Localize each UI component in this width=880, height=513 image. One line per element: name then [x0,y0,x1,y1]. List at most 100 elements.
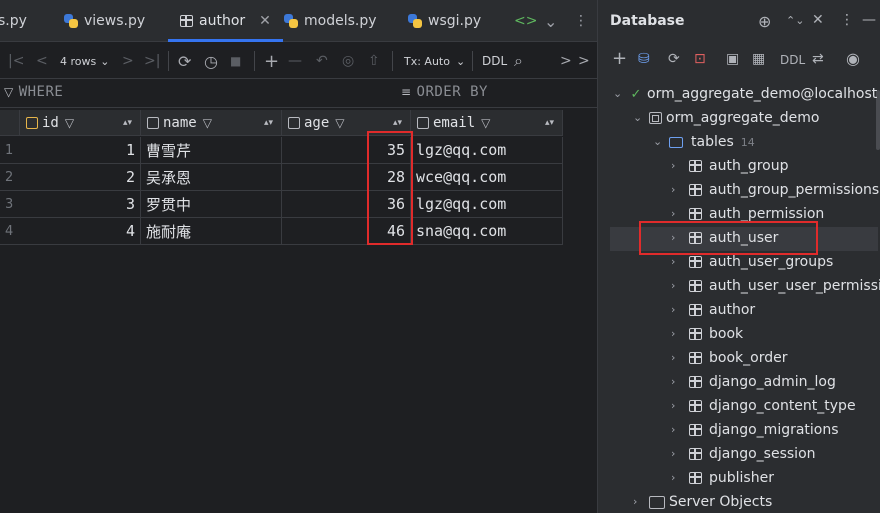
sort-icon[interactable]: ▴▾ [393,118,402,128]
schema-node[interactable]: ⌄ orm_aggregate_demo [633,106,819,130]
table-node-author[interactable]: › author [671,298,755,322]
minimize-icon[interactable]: — [862,12,876,28]
tab-author[interactable]: author ✕ [168,0,283,42]
expand-collapse-icon[interactable]: ⌃⌄ [786,14,804,27]
disconnect-icon[interactable]: ⊡ [694,51,706,67]
cell-id[interactable]: 1 [20,137,141,164]
chevron-right-icon[interactable]: › [671,159,675,172]
table-node-auth-group-permissions[interactable]: › auth_group_permissions [671,178,879,202]
cell-email[interactable]: lgz@qq.com [411,191,563,218]
chevron-down-icon[interactable]: ⌄ [613,87,622,100]
table-node-auth-user-groups[interactable]: › auth_user_groups [671,250,833,274]
delete-row-icon[interactable]: — [288,49,302,73]
cell-name[interactable]: 曹雪芹 [141,137,282,164]
table-node-django-session[interactable]: › django_session [671,442,816,466]
more-vertical-icon[interactable]: ⋮ [574,0,588,42]
chevron-right-icon[interactable]: › [671,303,675,316]
next-page-icon[interactable]: > [122,49,134,73]
chevron-right-icon[interactable]: › [671,399,675,412]
target-icon[interactable]: ⊕ [758,12,771,31]
chevron-right-icon[interactable]: › [671,447,675,460]
last-page-icon[interactable]: >| [144,49,160,73]
table-node-auth-user[interactable]: › auth_user [671,226,778,250]
jump-icon[interactable]: ⇄ [812,51,824,67]
cell-id[interactable]: 3 [20,191,141,218]
view-options-icon[interactable]: ◉ [846,49,860,68]
column-header-email[interactable]: email ▽ ▴▾ [411,110,563,136]
table-node-book-order[interactable]: › book_order [671,346,787,370]
cell-name[interactable]: 罗贯中 [141,191,282,218]
cell-age[interactable]: 35 [282,137,411,164]
chevron-right-icon[interactable]: › [671,351,675,364]
sort-icon[interactable]: ▴▾ [545,118,554,128]
cell-email[interactable]: lgz@qq.com [411,137,563,164]
table-node-django-content-type[interactable]: › django_content_type [671,394,856,418]
chevron-right-icon[interactable]: > [560,49,572,73]
chevron-right-icon[interactable]: › [671,231,675,244]
server-objects-node[interactable]: › Server Objects [633,490,772,513]
table-icon[interactable]: ▦ [752,51,765,67]
revert-icon[interactable]: ↶ [316,49,328,73]
ddl-button[interactable]: DDL [482,49,507,73]
stop-icon[interactable]: ■ [230,49,241,73]
table-node-django-migrations[interactable]: › django_migrations [671,418,839,442]
search-icon[interactable]: ⌕ [514,49,523,73]
cell-age[interactable]: 36 [282,191,411,218]
column-header-name[interactable]: name ▽ ▴▾ [141,110,282,136]
filter-icon[interactable]: ▽ [335,116,344,130]
close-icon[interactable]: ✕ [259,13,271,29]
code-icon[interactable]: <> [514,0,537,42]
chevron-right-icon[interactable]: › [671,471,675,484]
chevron-down-icon[interactable]: ⌄ [544,0,557,42]
chevron-right-icon[interactable]: › [633,495,637,508]
chevron-right-icon[interactable]: › [671,207,675,220]
tab-settings-py[interactable]: s.py [0,0,27,42]
prev-page-icon[interactable]: < [36,49,48,73]
refresh-icon[interactable]: ⟳ [178,49,191,73]
cell-age[interactable]: 46 [282,218,411,245]
chevron-right-icon[interactable]: › [671,279,675,292]
chevron-right-icon[interactable]: › [671,255,675,268]
chevron-right-icon[interactable]: › [671,423,675,436]
cell-email[interactable]: wce@qq.com [411,164,563,191]
tab-wsgi-py[interactable]: wsgi.py [408,0,481,42]
chevron-down-icon[interactable]: ⌄ [653,135,662,148]
cell-id[interactable]: 2 [20,164,141,191]
tab-models-py[interactable]: models.py [284,0,377,42]
more-vertical-icon[interactable]: ⋮ [840,12,854,28]
table-node-book[interactable]: › book [671,322,743,346]
chevron-right-icon[interactable]: > [578,49,590,73]
add-icon[interactable]: + [612,48,627,69]
sort-icon[interactable]: ▴▾ [123,118,132,128]
tables-folder-node[interactable]: ⌄ tables 14 [653,130,755,154]
preview-icon[interactable]: ◎ [342,49,354,73]
table-node-auth-permission[interactable]: › auth_permission [671,202,824,226]
chevron-right-icon[interactable]: › [671,375,675,388]
table-node-auth-user-user-permissions[interactable]: › auth_user_user_permissions [671,274,880,298]
chevron-right-icon[interactable]: › [671,183,675,196]
where-filter-input[interactable]: ▽ WHERE [4,84,63,100]
cell-age[interactable]: 28 [282,164,411,191]
add-row-icon[interactable]: + [264,49,279,73]
submit-icon[interactable]: ⇧ [368,49,380,73]
refresh-icon[interactable]: ⟳ [668,51,680,67]
cell-name[interactable]: 施耐庵 [141,218,282,245]
column-header-id[interactable]: id ▽ ▴▾ [20,110,141,136]
sort-icon[interactable]: ▴▾ [264,118,273,128]
first-page-icon[interactable]: |< [8,49,24,73]
cell-id[interactable]: 4 [20,218,141,245]
ddl-button[interactable]: DDL [780,53,805,67]
console-icon[interactable]: ▣ [726,51,739,67]
filter-icon[interactable]: ▽ [65,116,74,130]
table-node-auth-group[interactable]: › auth_group [671,154,788,178]
order-by-input[interactable]: ≡ ORDER BY [401,84,488,100]
history-icon[interactable]: ◷ [204,49,218,73]
table-node-publisher[interactable]: › publisher [671,466,774,490]
transaction-mode-dropdown[interactable]: Tx: Auto ⌄ [404,49,465,73]
cell-name[interactable]: 吴承恩 [141,164,282,191]
datasource-properties-icon[interactable]: ⛁ [638,51,650,67]
chevron-down-icon[interactable]: ⌄ [633,111,642,124]
collapse-all-icon[interactable]: ✕ [812,12,824,28]
tab-views-py[interactable]: views.py [64,0,145,42]
table-node-django-admin-log[interactable]: › django_admin_log [671,370,836,394]
